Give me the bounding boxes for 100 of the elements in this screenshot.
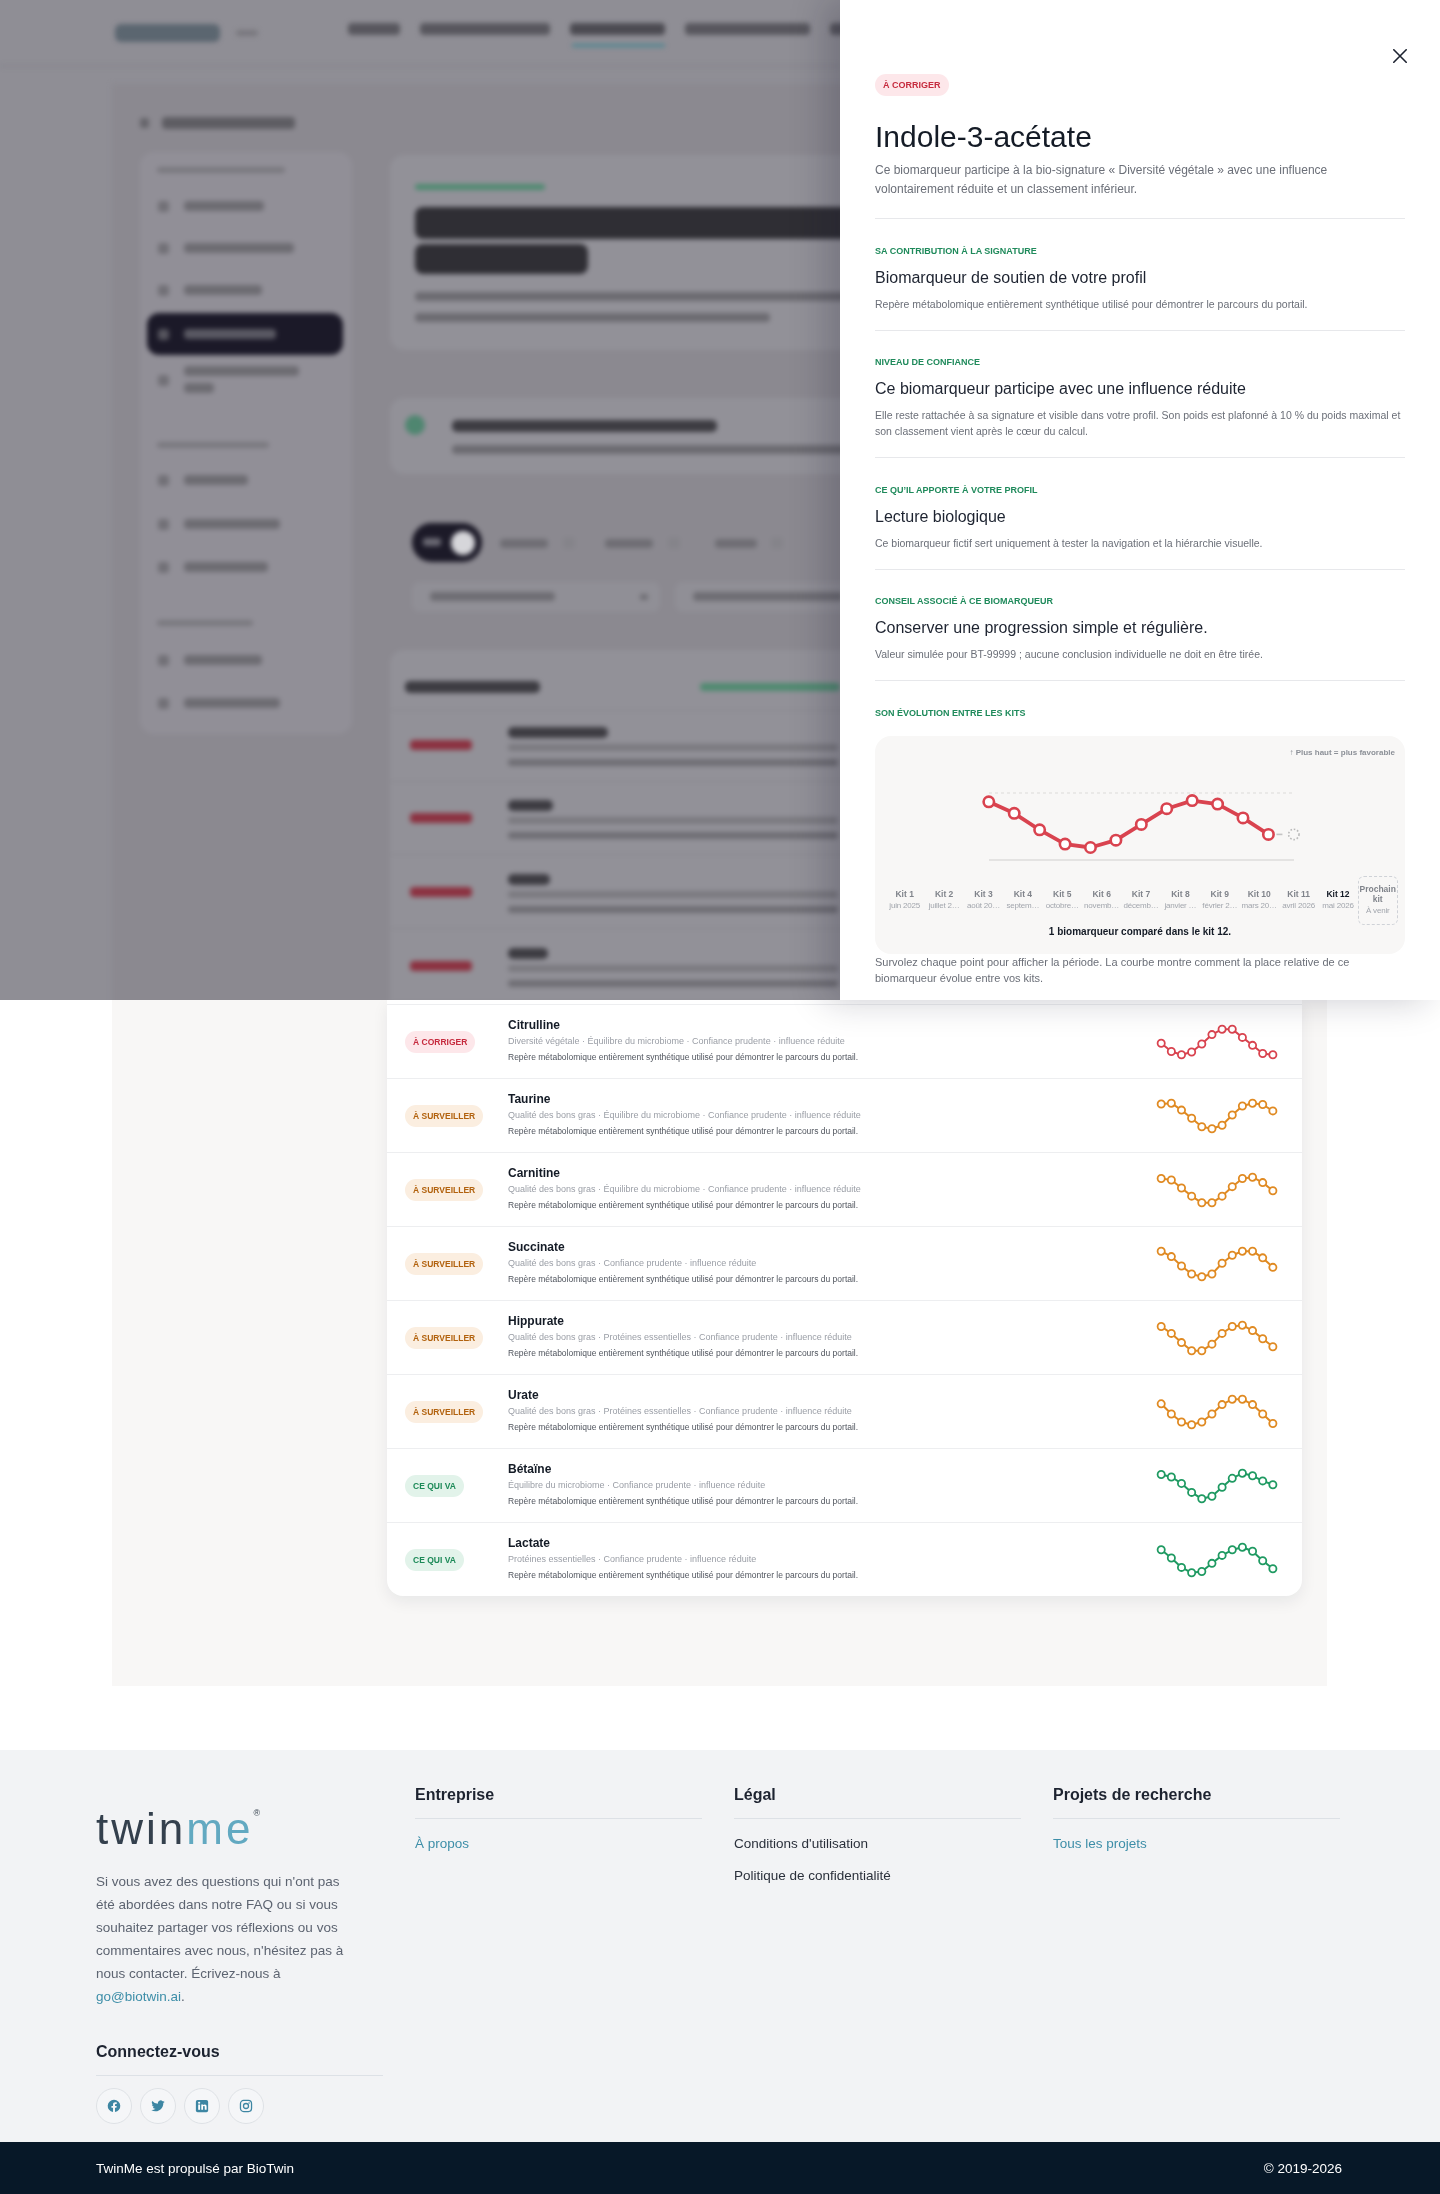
data-point[interactable]: [1185, 793, 1199, 807]
data-point[interactable]: [1211, 797, 1225, 811]
status-badge: CE QUI VA: [405, 1548, 464, 1571]
biomarker-name: Citrulline: [508, 1017, 561, 1033]
data-point[interactable]: [1160, 801, 1174, 815]
kit-label: Kit 1: [895, 889, 914, 900]
column-heading: Légal: [734, 1784, 1021, 1819]
section-text: Valeur simulée pour BT-99999 ; aucune conclusion individuelle ne doit en être tirée.: [875, 647, 1264, 662]
credit-text: TwinMe est propulsé par BioTwin: [96, 2160, 295, 2176]
data-point[interactable]: [1261, 827, 1275, 841]
biomarker-description: Repère métabolomique entièrement synthétique utilisé pour démontrer le parcours du portail.: [508, 1569, 860, 1582]
facebook-icon: [107, 2099, 121, 2113]
kit-date: juillet 2…: [928, 901, 960, 911]
column-heading: Connectez-vous: [96, 2041, 383, 2076]
twitter-icon: [151, 2099, 165, 2113]
kit-label: Kit 9: [1210, 889, 1230, 900]
footer-link[interactable]: À propos: [415, 1834, 470, 1854]
data-point[interactable]: [982, 794, 996, 808]
data-point[interactable]: [1236, 810, 1250, 824]
kit-label: Kit 7: [1131, 889, 1151, 900]
status-badge: À SURVEILLER: [405, 1104, 484, 1127]
footer-link[interactable]: Politique de confidentialité: [734, 1866, 891, 1886]
kit-date: octobre…: [1045, 901, 1079, 911]
status-badge: À SURVEILLER: [405, 1400, 484, 1423]
kit-label: Kit 11: [1287, 889, 1310, 900]
linkedin-icon: [195, 2099, 209, 2113]
section-text: Repère métabolomique entièrement synthétique utilisé pour démontrer le parcours du portail.: [875, 296, 1309, 312]
status-badge: CE QUI VA: [405, 1474, 464, 1497]
status-badge: À CORRIGER: [875, 74, 949, 96]
data-point[interactable]: [1007, 806, 1021, 820]
close-icon: [1393, 49, 1407, 63]
kit-date: juin 2025: [889, 901, 921, 911]
biomarker-tags: Diversité végétale · Équilibre du microbiome · Confiance prudente · influence réduite: [508, 1034, 1156, 1049]
close-button[interactable]: [1393, 49, 1407, 63]
status-badge: À CORRIGER: [405, 1030, 476, 1053]
biomarker-name: Succinate: [508, 1239, 566, 1255]
biomarker-description: Repère métabolomique entièrement synthétique utilisé pour démontrer le parcours du portail.: [508, 1495, 860, 1508]
biomarker-tags: Protéines essentielles · Confiance prudente · influence réduite: [508, 1552, 1156, 1567]
biomarker-description: Repère métabolomique entièrement synthétique utilisé pour démontrer le parcours du portail.: [508, 1051, 860, 1064]
kit-date: novemb…: [1084, 901, 1120, 911]
biomarker-description: Ce biomarqueur participe à la bio-signature « Diversité végétale » avec une influence volontairement réduite et un classement inférieur.: [875, 161, 1405, 219]
kit-label: Kit 10: [1247, 889, 1271, 900]
biomarker-name: Carnitine: [508, 1165, 561, 1181]
column-heading: Entreprise: [415, 1784, 702, 1819]
linkedin-link[interactable]: [184, 2088, 220, 2124]
status-badge: À SURVEILLER: [405, 1178, 484, 1201]
kit-date: février 2…: [1202, 901, 1238, 911]
section-label: CONSEIL ASSOCIÉ À CE BIOMARQUEUR: [875, 595, 1055, 607]
brand-logo: twinme$^{®}$: [96, 1803, 260, 1852]
instagram-icon: [239, 2099, 253, 2113]
section-heading: Ce biomarqueur participe avec une influence réduite: [875, 379, 1247, 399]
data-point[interactable]: [1058, 837, 1072, 851]
biomarker-name: Bétaïne: [508, 1461, 553, 1477]
biomarker-tags: Équilibre du microbiome · Confiance prudente · influence réduite: [508, 1478, 1156, 1493]
section-label: NIVEAU DE CONFIANCE: [875, 356, 981, 368]
status-badge: À SURVEILLER: [405, 1252, 484, 1275]
kit-label: Kit 6: [1092, 889, 1111, 900]
data-point[interactable]: [1033, 822, 1047, 836]
section-label: SON ÉVOLUTION ENTRE LES KITS: [875, 706, 1027, 719]
biomarker-tags: Qualité des bons gras · Confiance prudente · influence réduite: [508, 1256, 1156, 1271]
copyright-text: © 2019-2026: [1263, 2160, 1342, 2176]
section-text: Elle reste rattachée à sa signature et visible dans votre profil. Son poids est plafonné à 10 % du poids maximal et son classement vient après le cœur du calcul.: [875, 408, 1402, 439]
twitter-link[interactable]: [140, 2088, 176, 2124]
placeholder-point: [1275, 827, 1300, 840]
data-point[interactable]: [1134, 817, 1148, 831]
section-label: SA CONTRIBUTION À LA SIGNATURE: [875, 244, 1038, 257]
biomarker-name: Lactate: [508, 1535, 552, 1551]
kit-date: janvier …: [1164, 901, 1197, 911]
section-label: CE QU’IL APPORTE À VOTRE PROFIL: [875, 483, 1039, 496]
biomarker-description: Repère métabolomique entièrement synthétique utilisé pour démontrer le parcours du portail.: [508, 1347, 860, 1360]
kit-date: À venir: [1365, 906, 1390, 916]
data-point[interactable]: [1109, 833, 1123, 847]
kit-date: septem…: [1006, 901, 1040, 911]
biomarker-name: Hippurate: [508, 1313, 565, 1329]
footer-link[interactable]: Tous les projets: [1053, 1834, 1147, 1854]
kit-date: décemb…: [1123, 901, 1159, 911]
kit-label: Kit 12: [1326, 889, 1350, 900]
biomarker-description: Repère métabolomique entièrement synthétique utilisé pour démontrer le parcours du portail.: [508, 1273, 860, 1286]
kit-label: Kit 8: [1171, 889, 1190, 900]
email-link[interactable]: go@biotwin.ai: [96, 1989, 181, 2004]
section-heading: Lecture biologique: [875, 506, 1007, 527]
instagram-link[interactable]: [228, 2088, 264, 2124]
kit-date: mai 2026: [1322, 901, 1354, 911]
section-heading: Conserver une progression simple et régulière.: [875, 618, 1209, 638]
biomarker-title: Indole-3-acétate: [875, 119, 1093, 155]
chart-caption: Survolez chaque point pour afficher la période. La courbe montre comment la place relative de ce biomarqueur évolue entre vos kits.: [875, 954, 1351, 986]
kit-label: Kit 2: [934, 889, 954, 900]
biomarker-tags: Qualité des bons gras · Protéines essentielles · Confiance prudente · influence réduite: [508, 1404, 1156, 1419]
biomarker-tags: Qualité des bons gras · Équilibre du microbiome · Confiance prudente · influence réduite: [508, 1182, 1156, 1197]
biomarker-description: Repère métabolomique entièrement synthétique utilisé pour démontrer le parcours du portail.: [508, 1125, 860, 1138]
kit-date: avril 2026: [1282, 901, 1315, 911]
footer-link[interactable]: Conditions d'utilisation: [734, 1834, 868, 1854]
biomarker-description: Repère métabolomique entièrement synthétique utilisé pour démontrer le parcours du portail.: [508, 1199, 860, 1212]
biomarker-description: Repère métabolomique entièrement synthétique utilisé pour démontrer le parcours du portail.: [508, 1421, 860, 1434]
status-badge: À SURVEILLER: [405, 1326, 484, 1349]
data-point[interactable]: [1084, 840, 1097, 854]
kit-label: Kit 4: [1013, 889, 1033, 900]
biomarker-name: Taurine: [508, 1091, 552, 1107]
facebook-link[interactable]: [96, 2088, 132, 2124]
kit-date: août 20…: [966, 901, 1000, 911]
